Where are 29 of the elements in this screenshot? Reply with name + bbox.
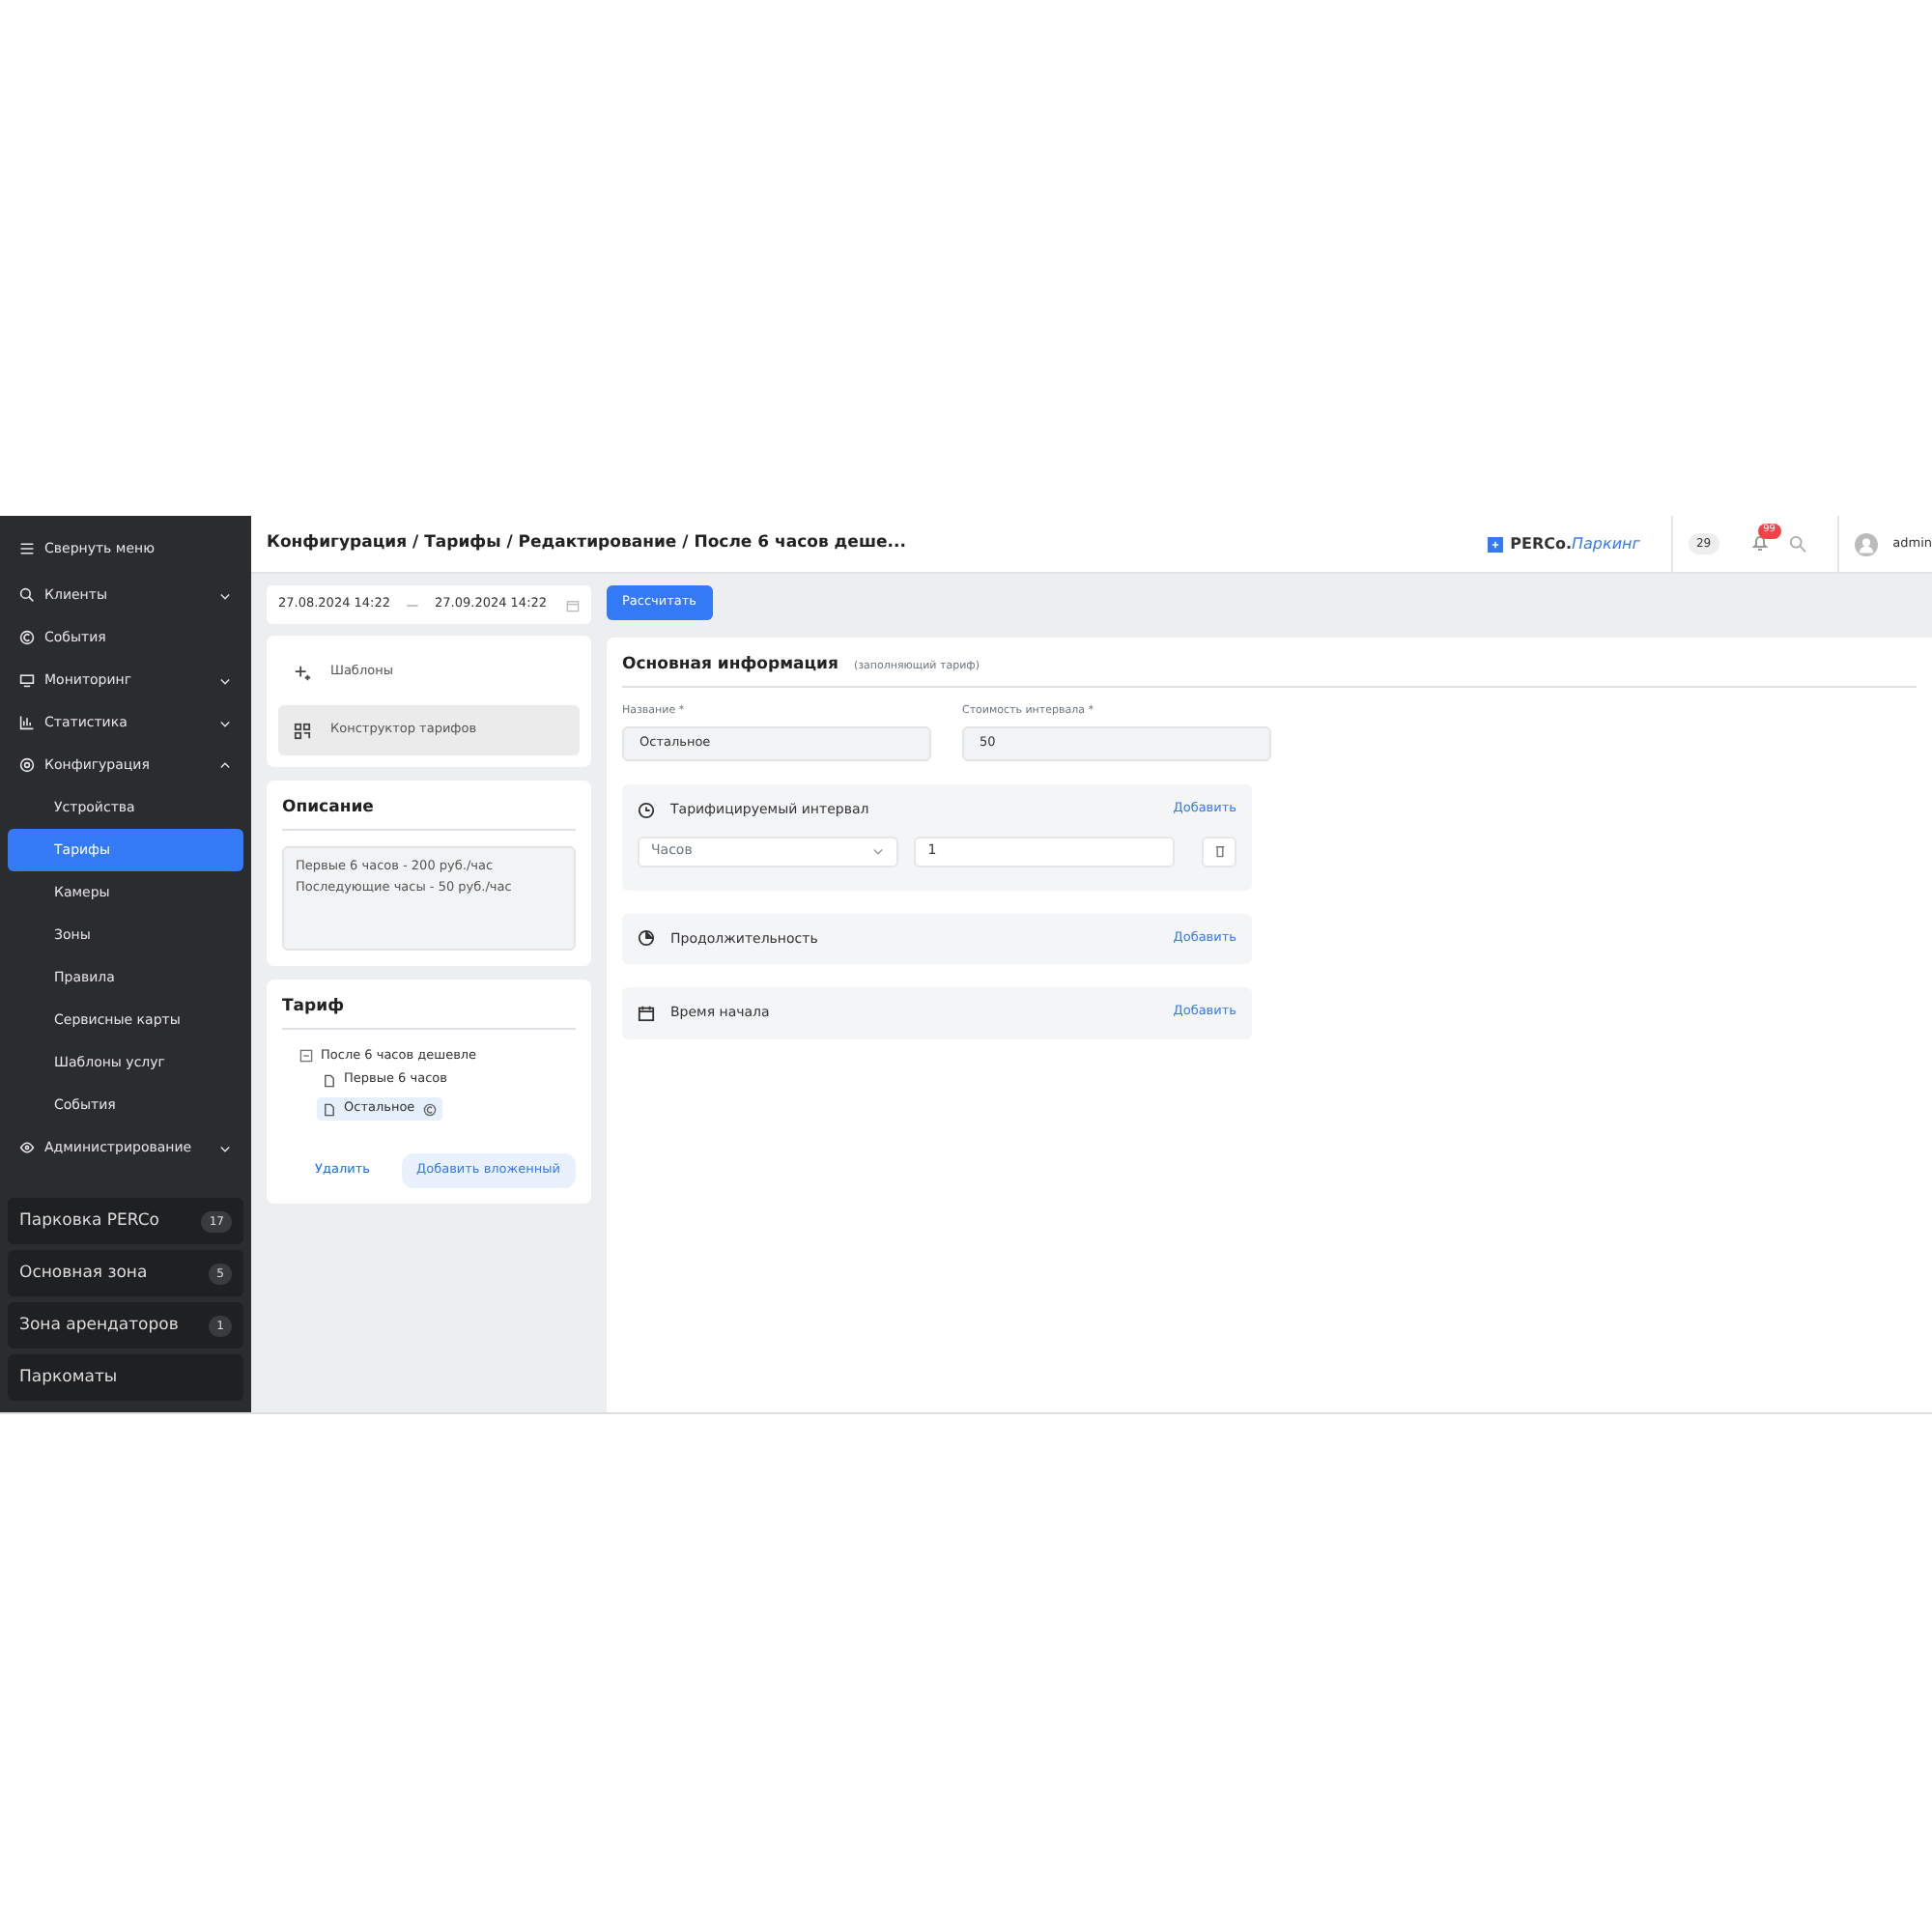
chevron-down-icon [871, 844, 886, 858]
sparkle-icon [294, 664, 311, 681]
coin-icon [19, 630, 35, 645]
pie-icon [638, 929, 655, 948]
menu-icon [19, 541, 35, 556]
parking-name: Основная зона [19, 1261, 148, 1286]
parking-name: Зона арендаторов [19, 1313, 179, 1338]
delete-button[interactable] [1202, 836, 1237, 867]
grid-icon [294, 722, 311, 739]
logo: PERCo.Паркинг [1510, 532, 1640, 555]
parking-item[interactable]: Паркоматы [8, 1354, 243, 1401]
parking-name: Паркоматы [19, 1365, 118, 1390]
breadcrumb: Конфигурация / Тарифы / Редактирование / После 6 часов деше... [267, 531, 906, 556]
section-title: Основная информация [622, 653, 838, 678]
chart-icon [19, 715, 35, 730]
calendar-icon [638, 1004, 655, 1022]
clock-icon [638, 801, 655, 819]
search-icon [1788, 535, 1806, 553]
logo-icon [1487, 536, 1503, 552]
calendar-icon [566, 598, 580, 611]
card-title: Описание [282, 796, 576, 831]
monitor-icon [19, 672, 35, 688]
parking-name: Парковка PERCo [19, 1208, 159, 1234]
coin-icon [422, 1102, 437, 1117]
bell-icon [1749, 533, 1770, 554]
trash-icon [1212, 844, 1227, 858]
eye-icon [19, 1140, 35, 1155]
card-title: Тариф [282, 994, 576, 1029]
avatar-icon [1854, 532, 1878, 555]
